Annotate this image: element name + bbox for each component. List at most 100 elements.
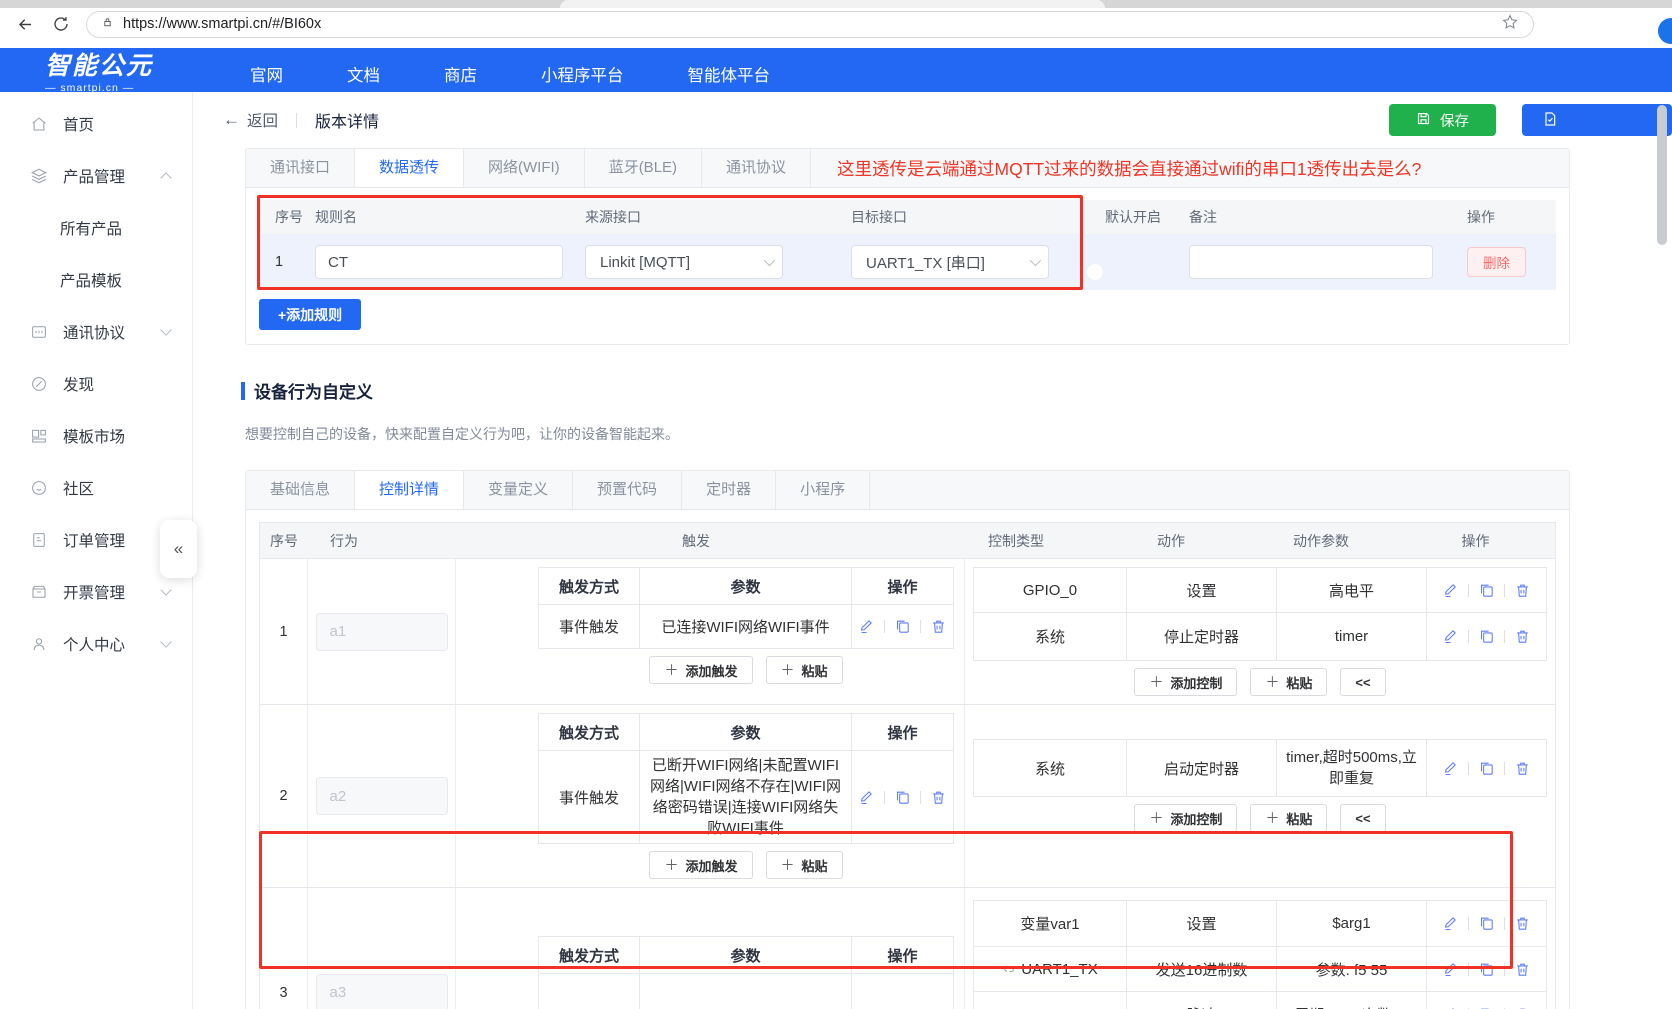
paste-button[interactable]: ＋粘贴 [766,851,843,879]
behavior-row-3: 3 触发方式 参数 操作 串口输入 [260,887,1555,1009]
community-icon [30,479,48,497]
tab-preset-code[interactable]: 预置代码 [573,471,682,509]
floppy-icon [1416,111,1431,130]
link-icon [1002,961,1021,978]
tab-comm-interface[interactable]: 通讯接口 [246,149,355,187]
copy-icon[interactable] [1478,1006,1495,1009]
sidebar-item-discover[interactable]: 发现 [0,358,192,410]
edit-icon[interactable] [1442,915,1459,932]
control-table: 系统 启动定时器 timer,超时500ms,立即重复 [973,739,1547,797]
target-interface-select[interactable]: UART1_TX [串口] [851,245,1049,279]
delete-icon[interactable] [1514,760,1531,777]
tab-data-passthrough[interactable]: 数据透传 [355,149,464,187]
copy-icon[interactable] [894,789,911,806]
delete-icon[interactable] [1514,582,1531,599]
copy-icon[interactable] [894,618,911,635]
delete-icon[interactable] [1514,915,1531,932]
browser-active-tab[interactable] [560,0,1105,8]
tab-timer[interactable]: 定时器 [682,471,776,509]
add-control-button[interactable]: ＋添加控制 [1134,804,1237,832]
delete-icon[interactable] [1514,961,1531,978]
bookmark-star-icon[interactable] [1501,13,1519,36]
edit-icon[interactable] [1442,760,1459,777]
behavior-row-2: 2 触发方式 参数 操作 事件触发 [260,704,1555,887]
rule-index: 1 [259,254,315,270]
copy-icon[interactable] [1478,582,1495,599]
copy-icon[interactable] [1478,760,1495,777]
save-button[interactable]: 保存 [1389,104,1496,136]
tab-bluetooth-ble[interactable]: 蓝牙(BLE) [585,149,702,187]
trigger-table: 触发方式 参数 操作 事件触发 已断开WIFI网络|未配置WIFI网络|WIFI… [538,713,954,844]
behavior-name-input[interactable] [316,613,448,651]
copy-icon[interactable] [1478,628,1495,645]
tab-basic-info[interactable]: 基础信息 [246,471,355,509]
behavior-name-input[interactable] [316,777,448,815]
scrollbar-thumb[interactable] [1657,105,1667,245]
address-bar[interactable]: https://www.smartpi.cn/#/BI60x [86,11,1534,38]
heading-accent-bar [241,382,245,400]
sidebar-item-home[interactable]: 首页 [0,98,192,150]
sidebar-collapse-button[interactable]: « [160,520,197,578]
sidebar-item-template-market[interactable]: 模板市场 [0,410,192,462]
copy-icon[interactable] [1478,915,1495,932]
control-table: 变量var1 设置 $arg1 [973,900,1547,1009]
tab-variable-def[interactable]: 变量定义 [464,471,573,509]
add-trigger-button[interactable]: ＋添加触发 [649,851,752,879]
chevron-down-icon [160,636,171,647]
sidebar-item-personal-center[interactable]: 个人中心 [0,618,192,670]
edit-icon[interactable] [1442,628,1459,645]
browser-back-icon[interactable] [14,13,36,35]
nav-item-docs[interactable]: 文档 [347,62,380,86]
browser-profile-avatar[interactable] [1658,18,1672,44]
section-subtitle: 想要控制自己的设备，快来配置自定义行为吧，让你的设备智能起来。 [245,424,1570,444]
edit-icon[interactable] [858,618,875,635]
delete-icon[interactable] [930,789,947,806]
edit-icon[interactable] [858,789,875,806]
edit-icon[interactable] [1442,582,1459,599]
tab-comm-protocol[interactable]: 通讯协议 [702,149,811,187]
nav-item-miniprogram[interactable]: 小程序平台 [541,62,624,86]
sidebar-item-all-products[interactable]: 所有产品 [0,202,192,254]
chevron-down-icon [1030,255,1041,266]
publish-button-clipped[interactable] [1522,104,1672,136]
delete-icon[interactable] [930,618,947,635]
back-button[interactable]: ← 返回 [223,109,278,131]
delete-icon[interactable] [1514,1006,1531,1009]
source-interface-select[interactable]: Linkit [MQTT] [585,245,783,279]
version-detail-card: 通讯接口 数据透传 网络(WIFI) 蓝牙(BLE) 通讯协议 这里透传是云端通… [245,148,1570,345]
browser-toolbar: https://www.smartpi.cn/#/BI60x [0,8,1672,48]
tab-control-detail[interactable]: 控制详情 [355,471,464,509]
paste-button[interactable]: ＋粘贴 [1250,668,1327,696]
sidebar-item-product-mgmt[interactable]: 产品管理 [0,150,192,202]
copy-icon[interactable] [1478,961,1495,978]
add-control-button[interactable]: ＋添加控制 [1134,668,1237,696]
tab-miniprogram[interactable]: 小程序 [776,471,870,509]
tab-network-wifi[interactable]: 网络(WIFI) [464,149,585,187]
collapse-controls-button[interactable]: << [1340,804,1385,832]
nav-item-agent-platform[interactable]: 智能体平台 [688,62,771,86]
add-rule-button[interactable]: +添加规则 [259,299,361,330]
behavior-card: 基础信息 控制详情 变量定义 预置代码 定时器 小程序 序号 行为 触发 控制类… [245,470,1570,1009]
sidebar-item-comm-protocol[interactable]: 通讯协议 [0,306,192,358]
delete-rule-button[interactable]: 删除 [1467,247,1526,277]
passthrough-rules-table: 序号 规则名 来源接口 目标接口 默认开启 备注 操作 1 Linkit [259,200,1556,290]
edit-icon[interactable] [1442,1006,1459,1009]
remark-input[interactable] [1189,245,1433,279]
collapse-controls-button[interactable]: << [1340,668,1385,696]
nav-item-official[interactable]: 官网 [250,62,283,86]
behavior-name-input[interactable] [316,974,448,1009]
nav-item-store[interactable]: 商店 [444,62,477,86]
add-trigger-button[interactable]: ＋添加触发 [649,656,752,684]
sidebar-item-community[interactable]: 社区 [0,462,192,514]
delete-icon[interactable] [1514,628,1531,645]
edit-icon[interactable] [1442,961,1459,978]
sidebar-item-product-templates[interactable]: 产品模板 [0,254,192,306]
chevron-down-icon [160,584,171,595]
browser-reload-icon[interactable] [50,13,72,35]
user-icon [30,635,48,653]
compass-icon [30,375,48,393]
logo[interactable]: 智能公元 — smartpi.cn — [0,54,200,94]
rule-name-input[interactable] [315,245,563,279]
paste-button[interactable]: ＋粘贴 [1250,804,1327,832]
paste-button[interactable]: ＋粘贴 [766,656,843,684]
